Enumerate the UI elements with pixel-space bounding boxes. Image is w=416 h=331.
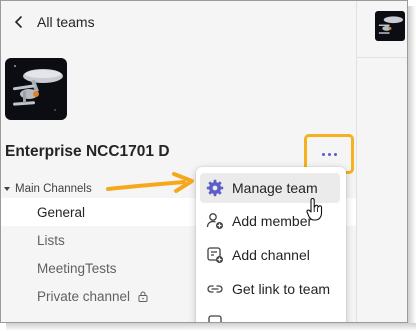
window-shadow-right <box>408 6 416 331</box>
tag-icon <box>206 308 224 322</box>
menu-item-get-link[interactable]: Get link to team <box>196 274 346 304</box>
all-teams-back-button[interactable]: All teams <box>13 12 95 32</box>
channel-label: General <box>37 204 86 220</box>
caret-down-icon <box>4 187 10 191</box>
link-icon <box>206 280 224 298</box>
gear-icon <box>206 179 224 197</box>
section-label: Main Channels <box>15 183 92 195</box>
team-thumbnail <box>375 11 405 41</box>
teams-window: All teams Enterprise NCC1701 D Main Chan… <box>0 0 408 323</box>
add-person-icon <box>206 212 224 230</box>
chevron-left-icon <box>14 16 22 28</box>
hand-cursor-icon <box>306 198 323 221</box>
team-avatar[interactable] <box>5 58 67 120</box>
ellipsis-icon <box>321 152 325 156</box>
menu-item-label: Get link to team <box>232 281 331 297</box>
team-options-menu: Manage team Add member Add channel Get l… <box>196 167 346 322</box>
menu-item-label: Add member <box>232 213 313 229</box>
starship-image <box>5 58 67 120</box>
channel-label: MeetingTests <box>37 260 117 276</box>
menu-item-more[interactable] <box>196 307 346 322</box>
window-shadow-bottom <box>6 323 416 331</box>
annotation-arrow <box>106 172 194 193</box>
menu-item-label: Add channel <box>232 247 310 263</box>
menu-item-add-channel[interactable]: Add channel <box>196 240 346 270</box>
right-pane <box>357 1 407 322</box>
channels-section-header[interactable]: Main Channels <box>1 181 92 197</box>
team-name: Enterprise NCC1701 D <box>5 143 170 160</box>
more-options-button[interactable] <box>317 145 341 163</box>
channel-label: Private channel <box>37 288 131 304</box>
menu-item-label: Manage team <box>232 180 318 196</box>
all-teams-label: All teams <box>37 14 95 30</box>
add-channel-icon <box>206 246 224 264</box>
private-lock-icon <box>138 291 148 302</box>
channel-label: Lists <box>37 232 65 248</box>
